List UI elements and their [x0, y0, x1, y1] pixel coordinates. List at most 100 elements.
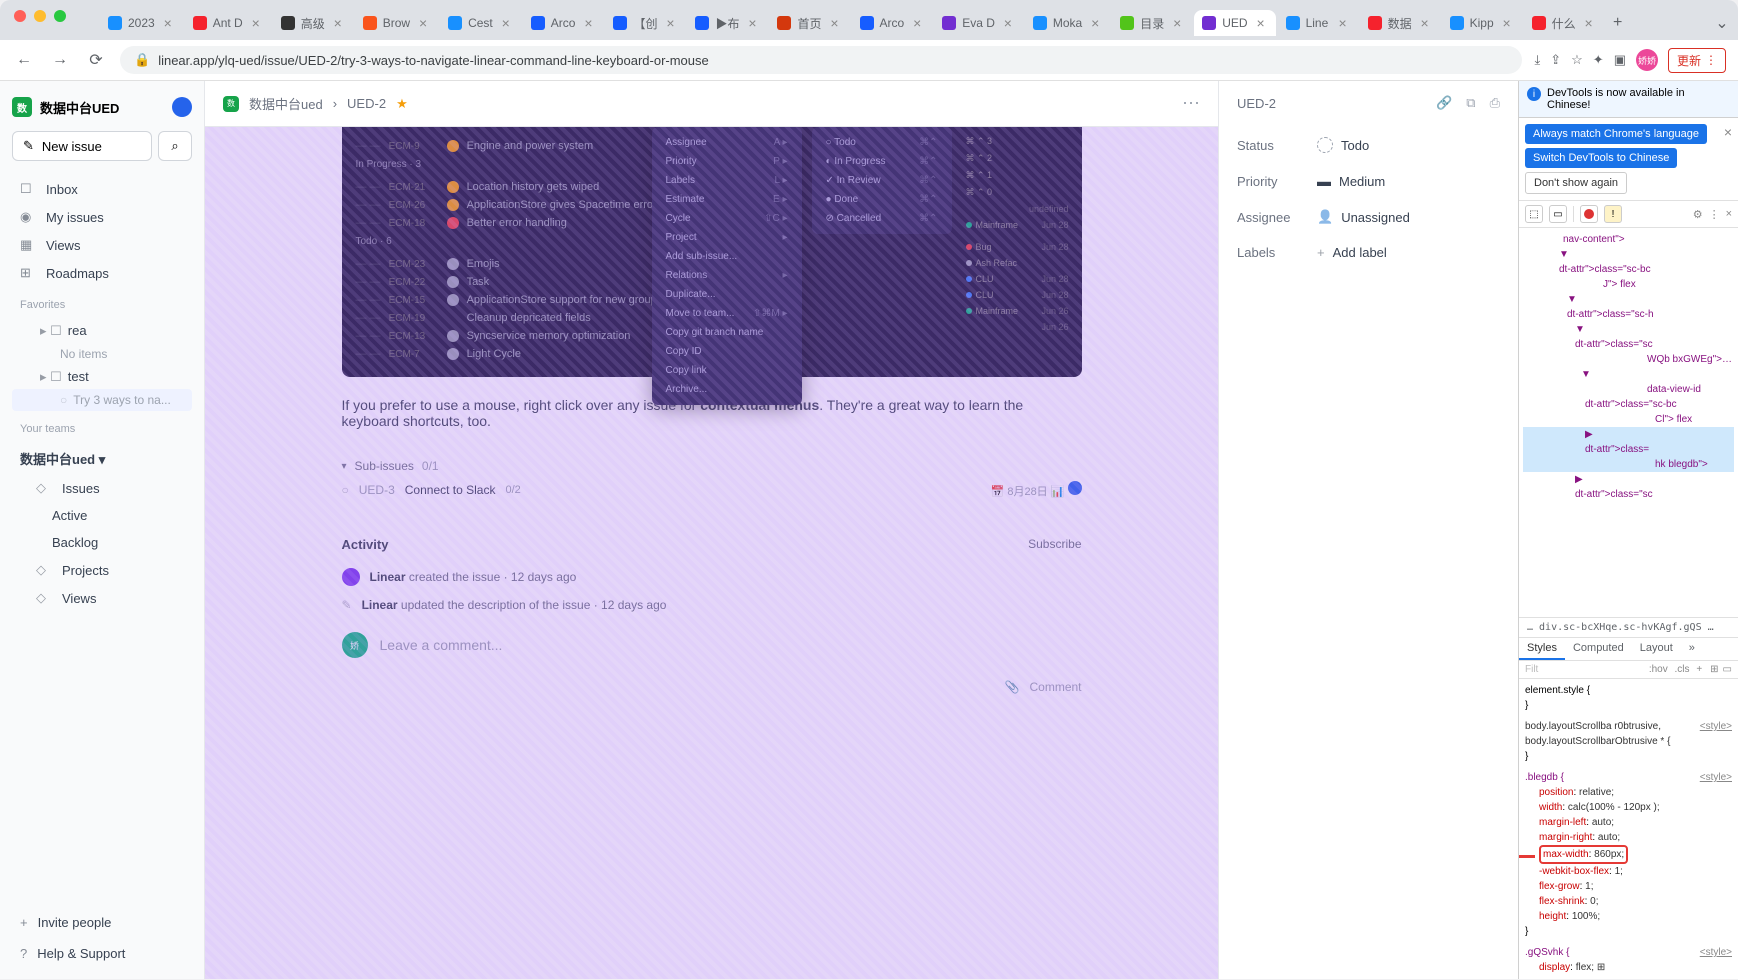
menu-item[interactable]: Project▸: [658, 228, 796, 247]
menu-item[interactable]: Archive...: [658, 380, 796, 399]
invite-people[interactable]: + Invite people: [12, 909, 192, 936]
new-rule-icon[interactable]: ⊞: [1710, 664, 1718, 675]
devtools-tab[interactable]: Styles: [1519, 638, 1565, 660]
match-language-button[interactable]: Always match Chrome's language: [1525, 124, 1707, 144]
tab-close-icon[interactable]: ×: [1582, 16, 1596, 30]
new-tab-button[interactable]: +: [1606, 11, 1630, 35]
copy-icon[interactable]: ⧉: [1466, 95, 1475, 111]
tab-close-icon[interactable]: ×: [331, 16, 345, 30]
gear-icon[interactable]: ⚙: [1693, 208, 1703, 221]
help-support[interactable]: ? Help & Support: [12, 940, 192, 967]
favorite-child[interactable]: ○Try 3 ways to na...: [12, 389, 192, 411]
team-selector[interactable]: 数 数据中台UED: [12, 93, 192, 127]
tab-close-icon[interactable]: ×: [745, 16, 759, 30]
install-icon[interactable]: ⤓: [1534, 52, 1540, 68]
menu-item[interactable]: Copy ID: [658, 342, 796, 361]
tab-close-icon[interactable]: ×: [1254, 16, 1268, 30]
reload-button[interactable]: ⟳: [84, 48, 108, 72]
comment-button[interactable]: Comment: [1029, 680, 1081, 694]
profile-avatar[interactable]: 娇娇: [1636, 49, 1658, 71]
browser-tab[interactable]: 目录×: [1112, 9, 1192, 38]
tab-close-icon[interactable]: ×: [1500, 16, 1514, 30]
browser-tab[interactable]: ▶布×: [687, 9, 767, 38]
back-button[interactable]: ←: [12, 48, 36, 72]
warning-icon[interactable]: !: [1604, 205, 1622, 223]
breadcrumb-id[interactable]: UED-2: [347, 96, 386, 111]
meta-status[interactable]: StatusTodo: [1237, 127, 1500, 163]
tab-close-icon[interactable]: ×: [828, 16, 842, 30]
nav-inbox[interactable]: ☐Inbox: [12, 175, 192, 203]
comment-input[interactable]: Leave a comment...: [380, 637, 1082, 653]
forward-button[interactable]: →: [48, 48, 72, 72]
menu-item[interactable]: Copy git branch name: [658, 323, 796, 342]
close-banner[interactable]: ×: [1724, 124, 1732, 140]
tab-close-icon[interactable]: ×: [663, 16, 677, 30]
more-menu[interactable]: ⋯: [1182, 93, 1200, 114]
elements-tree[interactable]: nav-content">▼dt-attr">class="sc-bcJ"> f…: [1519, 228, 1738, 617]
browser-tab[interactable]: 首页×: [769, 9, 849, 38]
subscribe-button[interactable]: Subscribe: [1028, 537, 1081, 552]
filter-toggle[interactable]: .cls: [1675, 664, 1693, 675]
meta-priority[interactable]: Priority▬Medium: [1237, 163, 1500, 199]
inspect-icon[interactable]: ⬚: [1525, 205, 1543, 223]
menu-item[interactable]: EstimateE ▸: [658, 190, 796, 209]
tab-close-icon[interactable]: ×: [910, 16, 924, 30]
status-option[interactable]: ● Done⌘⌃: [818, 190, 946, 209]
meta-labels[interactable]: Labels+Add label: [1237, 235, 1500, 270]
record-icon[interactable]: [1580, 205, 1598, 223]
link-icon[interactable]: 🔗: [1436, 95, 1452, 111]
menu-item[interactable]: Cycle⇧C ▸: [658, 209, 796, 228]
browser-tab[interactable]: 什么×: [1524, 9, 1604, 38]
nav-my issues[interactable]: ◉My issues: [12, 203, 192, 231]
switch-chinese-button[interactable]: Switch DevTools to Chinese: [1525, 148, 1677, 168]
menu-item[interactable]: Copy link: [658, 361, 796, 380]
menu-item[interactable]: Relations▸: [658, 266, 796, 285]
browser-tab[interactable]: Moka×: [1025, 10, 1110, 36]
filter-toggle[interactable]: +: [1696, 664, 1702, 675]
breadcrumb-team[interactable]: 数据中台ued: [249, 94, 323, 113]
favorite-item[interactable]: ▸ ☐rea: [12, 319, 192, 343]
sync-icon[interactable]: [172, 97, 192, 117]
sub-issues-header[interactable]: Sub-issues: [355, 459, 414, 473]
side-panel-icon[interactable]: ▣: [1614, 52, 1626, 68]
tab-close-icon[interactable]: ×: [1170, 16, 1184, 30]
menu-item[interactable]: AssigneeA ▸: [658, 133, 796, 152]
browser-tab[interactable]: Ant D×: [185, 10, 271, 36]
status-option[interactable]: ○ Todo⌘⌃: [818, 133, 946, 152]
browser-tab[interactable]: UED×: [1194, 10, 1275, 36]
team-nav-item[interactable]: ◇Issues: [12, 474, 192, 502]
close-devtools[interactable]: ×: [1726, 208, 1732, 220]
status-option[interactable]: ⊘ Cancelled⌘⌃: [818, 209, 946, 228]
tab-close-icon[interactable]: ×: [1336, 16, 1350, 30]
menu-item[interactable]: Move to team...⇧⌘M ▸: [658, 304, 796, 323]
browser-tab[interactable]: 2023×: [100, 10, 183, 36]
browser-tab[interactable]: Eva D×: [934, 10, 1023, 36]
devtools-tab[interactable]: Computed: [1565, 638, 1632, 660]
new-issue-button[interactable]: ✎ New issue: [12, 131, 152, 161]
extensions-icon[interactable]: ✦: [1593, 52, 1604, 68]
team-nav-item[interactable]: Backlog: [12, 529, 192, 556]
close-window[interactable]: [14, 10, 26, 22]
nav-views[interactable]: ▦Views: [12, 231, 192, 259]
menu-item[interactable]: PriorityP ▸: [658, 152, 796, 171]
team-nav-item[interactable]: Active: [12, 502, 192, 529]
url-input[interactable]: 🔒 linear.app/ylq-ued/issue/UED-2/try-3-w…: [120, 46, 1522, 74]
maximize-window[interactable]: [54, 10, 66, 22]
status-option[interactable]: ◐ In Progress⌘⌃: [818, 152, 946, 171]
browser-tab[interactable]: 【创×: [605, 9, 685, 38]
sub-issue-item[interactable]: ○UED-3Connect to Slack0/2📅 8月28日 📊: [342, 473, 1082, 507]
share-icon[interactable]: ⇪: [1550, 52, 1561, 68]
browser-tab[interactable]: 数据×: [1360, 9, 1440, 38]
team-nav-item[interactable]: 数据中台ued ▾: [12, 443, 192, 474]
browser-tab[interactable]: Arco×: [852, 10, 933, 36]
filter-input[interactable]: Filt: [1525, 664, 1645, 675]
tab-close-icon[interactable]: ×: [499, 16, 513, 30]
browser-tab[interactable]: Kipp×: [1442, 10, 1522, 36]
bookmark-icon[interactable]: ☆: [1571, 52, 1583, 68]
computed-icon[interactable]: ▭: [1723, 664, 1732, 675]
bookmark-icon[interactable]: ⎙: [1490, 95, 1500, 111]
dont-show-button[interactable]: Don't show again: [1525, 172, 1627, 194]
minimize-window[interactable]: [34, 10, 46, 22]
styles-pane[interactable]: element.style { } <style>body.layoutScro…: [1519, 679, 1738, 979]
update-button[interactable]: 更新⋮: [1668, 48, 1726, 73]
